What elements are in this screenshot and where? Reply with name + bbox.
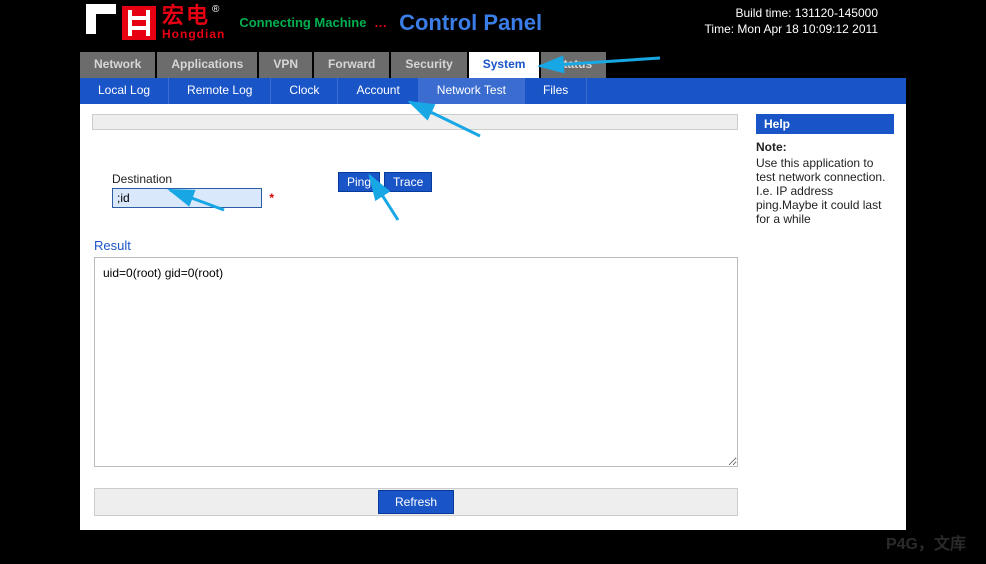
page-title: Control Panel <box>399 10 542 36</box>
refresh-bar: Refresh <box>94 488 738 516</box>
help-note-text: Use this application to test network con… <box>756 156 894 226</box>
tab-security[interactable]: Security <box>391 52 466 78</box>
tab-forward[interactable]: Forward <box>314 52 389 78</box>
brand-glyph-icon <box>86 4 116 34</box>
watermark: P4G，文库 <box>886 530 966 554</box>
help-header: Help <box>756 114 894 134</box>
required-mark: * <box>269 191 274 205</box>
app-header: 宏电® Hongdian Connecting Machine … Contro… <box>0 0 986 52</box>
brand-cn: 宏电 <box>162 3 210 28</box>
subtab-remote-log[interactable]: Remote Log <box>169 78 271 104</box>
subtab-account[interactable]: Account <box>338 78 418 104</box>
brand-red-icon <box>122 6 156 40</box>
build-info: Build time: 131120-145000 Time: Mon Apr … <box>705 6 878 37</box>
sub-nav: Local Log Remote Log Clock Account Netwo… <box>80 78 906 104</box>
tab-network[interactable]: Network <box>80 52 155 78</box>
subtab-network-test[interactable]: Network Test <box>419 78 525 104</box>
trace-button[interactable]: Trace <box>384 172 432 192</box>
brand-reg-mark: ® <box>212 4 221 15</box>
tab-vpn[interactable]: VPN <box>259 52 312 78</box>
brand-block: 宏电® Hongdian Connecting Machine … Contro… <box>86 4 542 41</box>
tab-applications[interactable]: Applications <box>157 52 257 78</box>
subtab-local-log[interactable]: Local Log <box>80 78 169 104</box>
help-note-label: Note: <box>756 140 894 154</box>
destination-input[interactable] <box>112 188 262 208</box>
subtab-clock[interactable]: Clock <box>271 78 338 104</box>
result-label: Result <box>94 238 738 253</box>
time-line: Time: Mon Apr 18 10:09:12 2011 <box>705 22 878 38</box>
brand-tagline: Connecting Machine … <box>239 15 387 30</box>
tab-status[interactable]: Status <box>541 52 606 78</box>
ping-button[interactable]: Ping <box>338 172 380 192</box>
subtab-files[interactable]: Files <box>525 78 587 104</box>
result-textarea[interactable]: uid=0(root) gid=0(root) <box>94 257 738 467</box>
refresh-button[interactable]: Refresh <box>378 490 454 514</box>
help-body: Note: Use this application to test netwo… <box>756 134 894 232</box>
section-divider <box>92 114 738 130</box>
main-panel: Destination * Ping Trace Result uid=0(ro… <box>80 104 906 530</box>
brand-text: 宏电® Hongdian <box>162 4 225 41</box>
brand-en: Hongdian <box>162 28 225 41</box>
top-nav: Network Applications VPN Forward Securit… <box>80 52 986 78</box>
tab-system[interactable]: System <box>469 52 540 78</box>
build-line: Build time: 131120-145000 <box>705 6 878 22</box>
